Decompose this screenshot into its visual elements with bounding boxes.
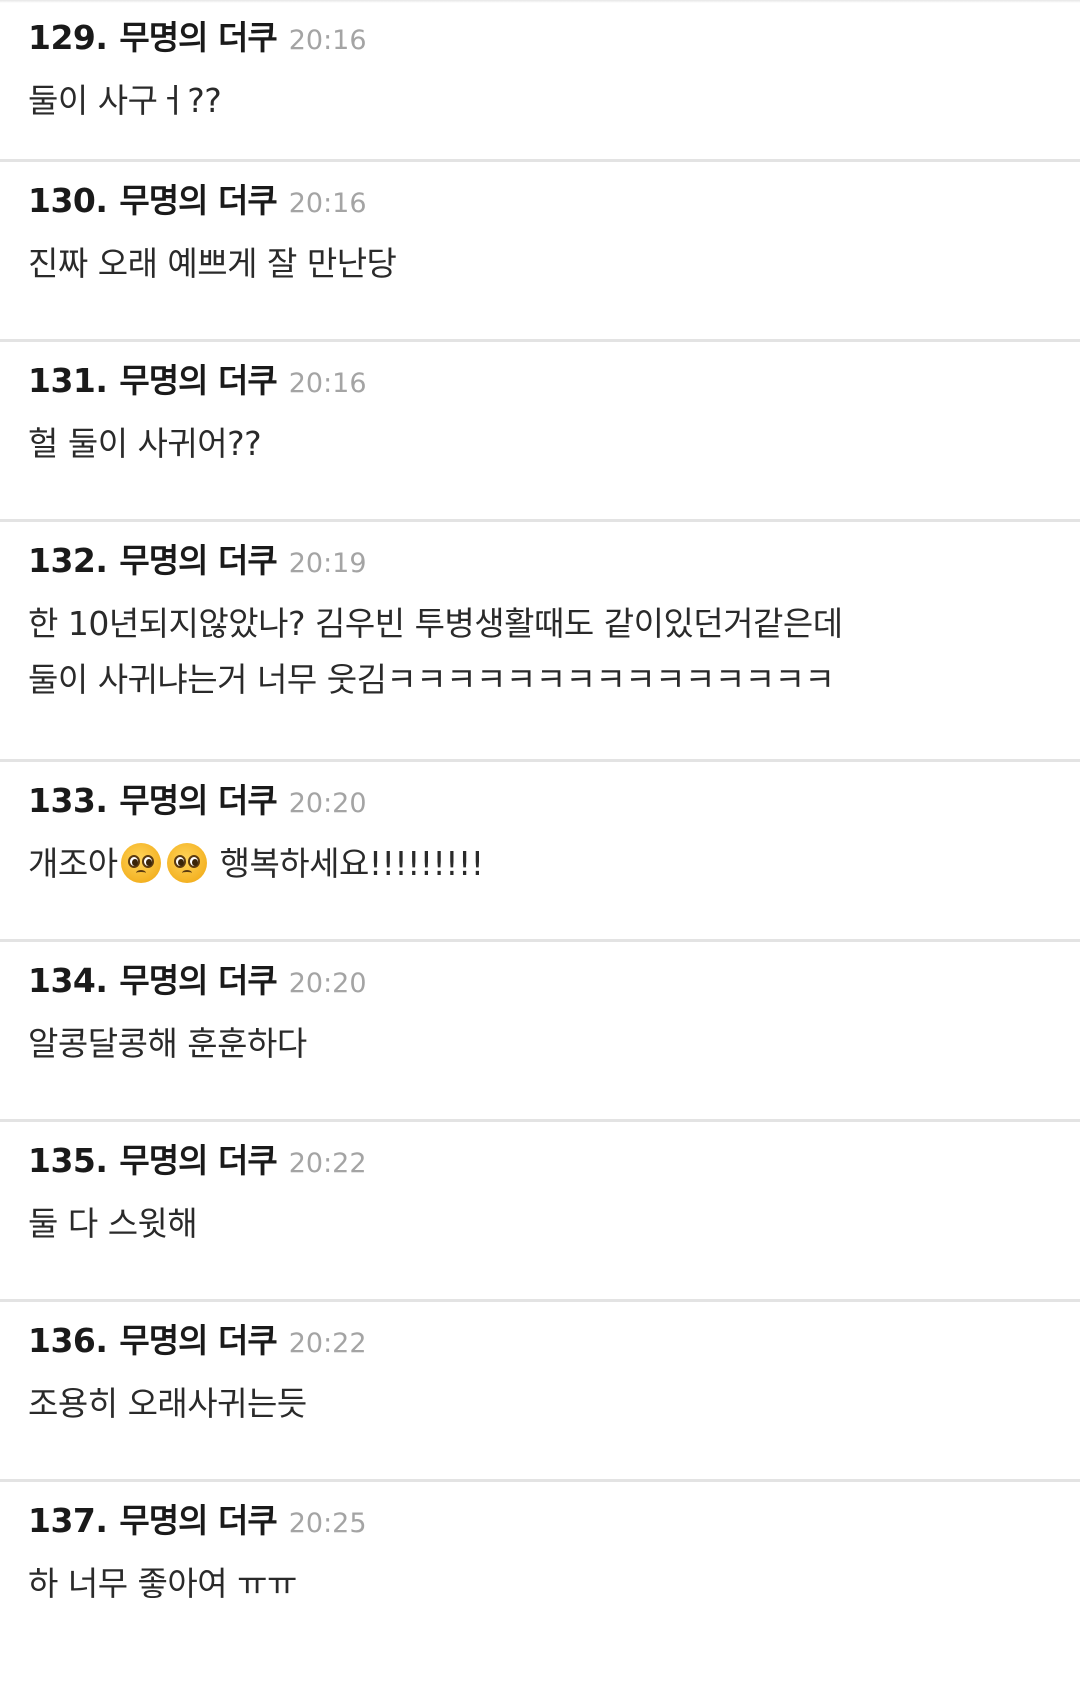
comment-text-line: 한 10년되지않았나? 김우빈 투병생활때도 같이있던거같은데 xyxy=(28,604,843,643)
comment-author: 무명의 더쿠 xyxy=(119,961,277,1000)
comment-time: 20:25 xyxy=(288,1508,367,1539)
comment-author: 무명의 더쿠 xyxy=(119,541,277,580)
comment-item[interactable]: 131. 무명의 더쿠 20:16 헐 둘이 사귀어?? xyxy=(0,342,1080,522)
comment-text: 행복하세요!!!!!!!!! xyxy=(209,844,484,883)
comment-item[interactable]: 137. 무명의 더쿠 20:25 하 너무 좋아여 ㅠㅠ xyxy=(0,1482,1080,1682)
comment-number[interactable]: 135. xyxy=(28,1141,108,1180)
comment-time: 20:22 xyxy=(288,1328,367,1359)
comment-header: 136. 무명의 더쿠 20:22 xyxy=(28,1302,1080,1364)
comment-author: 무명의 더쿠 xyxy=(119,1321,277,1360)
comment-body: 한 10년되지않았나? 김우빈 투병생활때도 같이있던거같은데 둘이 사귀냐는거… xyxy=(28,596,1080,708)
comment-item[interactable]: 129. 무명의 더쿠 20:16 둘이 사구ㅓ?? xyxy=(0,3,1080,162)
comment-author: 무명의 더쿠 xyxy=(119,18,277,57)
comment-number[interactable]: 137. xyxy=(28,1501,108,1540)
comment-text: 둘 다 스윗해 xyxy=(28,1204,198,1243)
comment-header: 134. 무명의 더쿠 20:20 xyxy=(28,942,1080,1004)
comment-header: 133. 무명의 더쿠 20:20 xyxy=(28,762,1080,824)
comment-header: 135. 무명의 더쿠 20:22 xyxy=(28,1122,1080,1184)
comment-number[interactable]: 136. xyxy=(28,1321,108,1360)
comment-text: 진짜 오래 예쁘게 잘 만난당 xyxy=(28,244,397,283)
comment-header: 137. 무명의 더쿠 20:25 xyxy=(28,1482,1080,1544)
comment-header: 131. 무명의 더쿠 20:16 xyxy=(28,342,1080,404)
comment-item[interactable]: 130. 무명의 더쿠 20:16 진짜 오래 예쁘게 잘 만난당 xyxy=(0,162,1080,342)
comment-time: 20:20 xyxy=(288,968,367,999)
comment-body: 진짜 오래 예쁘게 잘 만난당 xyxy=(28,236,1080,292)
comment-body: 둘이 사구ㅓ?? xyxy=(28,73,1080,129)
comment-body: 둘 다 스윗해 xyxy=(28,1196,1080,1252)
comment-time: 20:16 xyxy=(288,25,367,56)
comment-time: 20:20 xyxy=(288,788,367,819)
comment-author: 무명의 더쿠 xyxy=(119,1141,277,1180)
comment-header: 132. 무명의 더쿠 20:19 xyxy=(28,522,1080,584)
comment-item[interactable]: 136. 무명의 더쿠 20:22 조용히 오래사귀는듯 xyxy=(0,1302,1080,1482)
comment-author: 무명의 더쿠 xyxy=(119,361,277,400)
comment-number[interactable]: 134. xyxy=(28,961,108,1000)
comment-text-line: 둘이 사귀냐는거 너무 웃김ㅋㅋㅋㅋㅋㅋㅋㅋㅋㅋㅋㅋㅋㅋㅋ xyxy=(28,660,835,699)
comment-number[interactable]: 133. xyxy=(28,781,108,820)
comment-time: 20:19 xyxy=(288,548,367,579)
comment-time: 20:16 xyxy=(288,188,367,219)
comment-list: 129. 무명의 더쿠 20:16 둘이 사구ㅓ?? 130. 무명의 더쿠 2… xyxy=(0,3,1080,1682)
comment-time: 20:16 xyxy=(288,368,367,399)
pleading-face-icon xyxy=(120,843,161,883)
pleading-face-icon xyxy=(166,843,207,883)
comment-author: 무명의 더쿠 xyxy=(119,181,277,220)
comment-text: 개조아 xyxy=(28,844,118,883)
comment-text: 조용히 오래사귀는듯 xyxy=(28,1384,307,1423)
comment-body: 조용히 오래사귀는듯 xyxy=(28,1376,1080,1432)
comment-header: 129. 무명의 더쿠 20:16 xyxy=(28,3,1080,61)
comment-time: 20:22 xyxy=(288,1148,367,1179)
comment-number[interactable]: 129. xyxy=(28,18,108,57)
comment-number[interactable]: 132. xyxy=(28,541,108,580)
comment-number[interactable]: 131. xyxy=(28,361,108,400)
comment-body: 헐 둘이 사귀어?? xyxy=(28,416,1080,472)
comment-body: 알콩달콩해 훈훈하다 xyxy=(28,1016,1080,1072)
comment-item[interactable]: 132. 무명의 더쿠 20:19 한 10년되지않았나? 김우빈 투병생활때도… xyxy=(0,522,1080,762)
comment-text: 헐 둘이 사귀어?? xyxy=(28,424,262,463)
comment-author: 무명의 더쿠 xyxy=(119,781,277,820)
comment-item[interactable]: 133. 무명의 더쿠 20:20 개조아 행복하세요!!!!!!!!! xyxy=(0,762,1080,942)
comment-header: 130. 무명의 더쿠 20:16 xyxy=(28,162,1080,224)
comment-author: 무명의 더쿠 xyxy=(119,1501,277,1540)
comment-body: 개조아 행복하세요!!!!!!!!! xyxy=(28,836,1080,892)
comment-text: 둘이 사구ㅓ?? xyxy=(28,81,222,120)
comment-item[interactable]: 134. 무명의 더쿠 20:20 알콩달콩해 훈훈하다 xyxy=(0,942,1080,1122)
comment-number[interactable]: 130. xyxy=(28,181,108,220)
comment-text: 알콩달콩해 훈훈하다 xyxy=(28,1024,307,1063)
comment-body: 하 너무 좋아여 ㅠㅠ xyxy=(28,1556,1080,1612)
comment-text: 하 너무 좋아여 ㅠㅠ xyxy=(28,1564,297,1603)
comment-item[interactable]: 135. 무명의 더쿠 20:22 둘 다 스윗해 xyxy=(0,1122,1080,1302)
